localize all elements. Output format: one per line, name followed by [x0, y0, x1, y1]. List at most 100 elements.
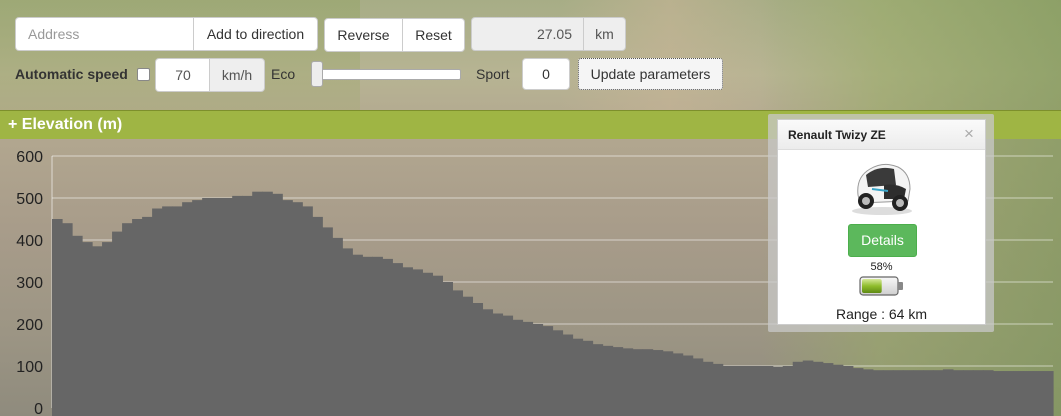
elevation-bar — [962, 370, 974, 416]
elevation-bar — [772, 366, 784, 416]
elevation-bar — [862, 369, 874, 416]
reset-button[interactable]: Reset — [402, 18, 465, 52]
battery-percentage: 58% — [870, 261, 893, 273]
elevation-bar — [692, 358, 704, 416]
elevation-bar — [362, 256, 373, 416]
elevation-bar — [172, 206, 183, 416]
elevation-bar — [522, 321, 534, 416]
elevation-bar — [312, 216, 323, 416]
elevation-bar — [682, 355, 694, 416]
elevation-bar — [642, 349, 654, 416]
elevation-bar — [372, 256, 383, 416]
speed-unit: km/h — [209, 58, 265, 92]
details-button[interactable]: Details — [848, 224, 917, 257]
battery-icon — [859, 276, 903, 296]
add-to-direction-button[interactable]: Add to direction — [193, 17, 318, 51]
elevation-bar — [942, 369, 954, 416]
elevation-bar — [272, 193, 283, 416]
elevation-bar — [532, 324, 544, 416]
sport-label: Sport — [476, 66, 510, 82]
elevation-bar — [752, 366, 764, 416]
elevation-bar — [832, 364, 844, 416]
reverse-button[interactable]: Reverse — [324, 18, 403, 52]
elevation-bar — [402, 267, 413, 416]
elevation-bar — [622, 348, 634, 416]
close-icon[interactable]: × — [964, 125, 974, 143]
update-parameters-button[interactable]: Update parameters — [578, 58, 723, 90]
elevation-bar — [392, 263, 403, 416]
elevation-bar — [952, 370, 964, 416]
elevation-bar — [612, 347, 624, 416]
elevation-bar — [412, 269, 423, 416]
elevation-bar — [542, 326, 554, 416]
elevation-bar — [492, 313, 504, 416]
sport-input[interactable]: 0 — [522, 58, 570, 90]
elevation-bar — [1032, 371, 1044, 416]
eco-sport-slider-handle[interactable] — [311, 61, 323, 87]
distance-unit: km — [583, 17, 626, 51]
elevation-bar — [142, 216, 153, 416]
route-toolbar: Add to direction Reverse Reset 27.05 km … — [0, 0, 1061, 110]
elevation-bar — [202, 198, 213, 416]
elevation-bar — [292, 202, 303, 416]
elevation-bar — [322, 227, 333, 416]
elevation-bar — [582, 340, 594, 416]
elevation-bar — [232, 195, 243, 416]
elevation-bar — [112, 231, 123, 416]
elevation-bar — [52, 219, 63, 416]
elevation-bar — [482, 309, 494, 416]
elevation-bar — [842, 366, 854, 416]
y-tick-label: 300 — [16, 275, 43, 292]
elevation-bar — [502, 315, 514, 416]
elevation-bar — [192, 200, 203, 416]
elevation-bar — [422, 272, 433, 416]
elevation-bar — [122, 223, 133, 416]
elevation-bar — [892, 370, 904, 416]
elevation-bar — [732, 366, 744, 416]
elevation-bar — [102, 242, 113, 416]
elevation-bar — [1022, 371, 1034, 416]
elevation-bar — [652, 350, 664, 416]
elevation-bar — [782, 366, 794, 416]
eco-sport-slider[interactable] — [314, 69, 461, 80]
elevation-bar — [742, 366, 754, 416]
elevation-bar — [82, 242, 93, 416]
elevation-bar — [1042, 371, 1054, 416]
elevation-bar — [602, 345, 614, 416]
elevation-bar — [992, 371, 1004, 416]
elevation-bar — [72, 235, 83, 416]
vehicle-popup-title-bar: Renault Twizy ZE × — [778, 120, 985, 150]
elevation-bar — [762, 366, 774, 416]
eco-label: Eco — [271, 66, 296, 82]
car-image — [852, 163, 912, 215]
y-tick-label: 600 — [16, 149, 43, 166]
address-input[interactable] — [15, 17, 194, 51]
automatic-speed-checkbox[interactable] — [137, 68, 150, 81]
elevation-bar — [252, 191, 263, 416]
elevation-bar — [442, 282, 453, 416]
elevation-bar — [552, 330, 564, 416]
elevation-bar — [882, 370, 894, 416]
elevation-bar — [452, 290, 464, 416]
speed-input[interactable]: 70 — [155, 58, 210, 92]
elevation-bar — [512, 319, 524, 416]
elevation-bar — [822, 363, 834, 416]
elevation-bar — [432, 275, 443, 416]
vehicle-popup: Renault Twizy ZE × Details 58% Range: 6… — [768, 114, 994, 332]
elevation-bar — [342, 248, 353, 416]
y-tick-label: 0 — [34, 401, 43, 416]
elevation-bar — [382, 258, 393, 416]
elevation-bar — [812, 361, 824, 416]
elevation-bar — [562, 334, 574, 416]
elevation-bar — [352, 254, 363, 416]
range-text: Range : 64 km — [835, 306, 928, 322]
elevation-bar — [922, 370, 934, 416]
elevation-bar — [182, 202, 193, 416]
elevation-bar — [462, 296, 474, 416]
elevation-bar — [712, 363, 724, 416]
elevation-bar — [852, 368, 864, 416]
elevation-bar — [1002, 371, 1014, 416]
elevation-bar — [262, 191, 273, 416]
battery-fill — [862, 279, 882, 293]
y-tick-label: 200 — [16, 317, 43, 334]
